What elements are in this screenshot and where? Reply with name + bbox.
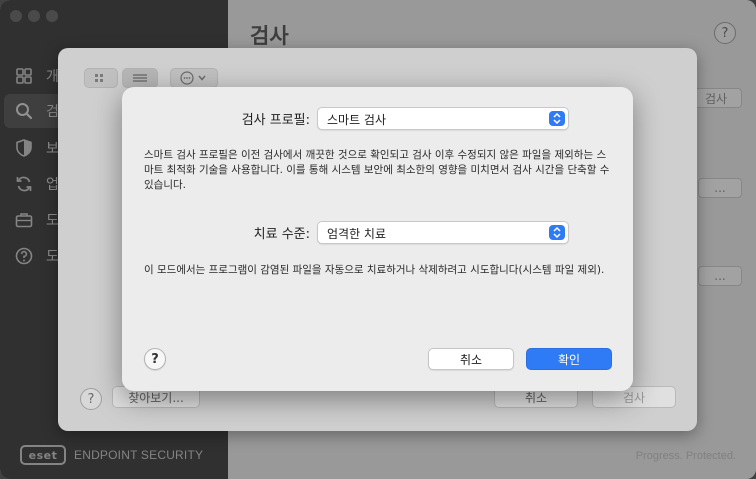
cleaning-level-description: 이 모드에서는 프로그램이 감염된 파일을 자동으로 치료하거나 삭제하려고 시…: [144, 264, 605, 276]
more-menu-button[interactable]: [170, 68, 218, 88]
ellipsis-circle-icon: [180, 71, 206, 85]
cleaning-level-select[interactable]: 엄격한 치료: [317, 221, 569, 244]
grid-view-icon: [95, 74, 103, 82]
sheet-help-button[interactable]: ?: [80, 388, 102, 410]
ok-button[interactable]: 확인: [526, 348, 612, 370]
list-view-button[interactable]: [122, 68, 158, 88]
grid-view-button[interactable]: [84, 68, 118, 88]
chevron-updown-icon: [549, 225, 565, 240]
list-view-icon: [133, 74, 147, 82]
chevron-updown-icon: [549, 111, 565, 126]
dialog-help-button[interactable]: ?: [144, 348, 166, 370]
cleaning-level-value: 엄격한 치료: [327, 227, 387, 241]
scan-profile-select[interactable]: 스마트 검사: [317, 107, 569, 130]
scan-profile-label: 검사 프로필:: [241, 113, 310, 128]
scan-profile-dialog: 검사 프로필: 스마트 검사 스마트 검사 프로필은 이전 검사에서 깨끗한 것…: [122, 87, 633, 391]
cancel-button[interactable]: 취소: [428, 348, 514, 370]
cleaning-level-label: 치료 수준:: [253, 227, 310, 242]
scan-profile-description: 스마트 검사 프로필은 이전 검사에서 깨끗한 것으로 확인되고 검사 이후 수…: [144, 149, 610, 191]
scan-profile-value: 스마트 검사: [327, 113, 387, 127]
